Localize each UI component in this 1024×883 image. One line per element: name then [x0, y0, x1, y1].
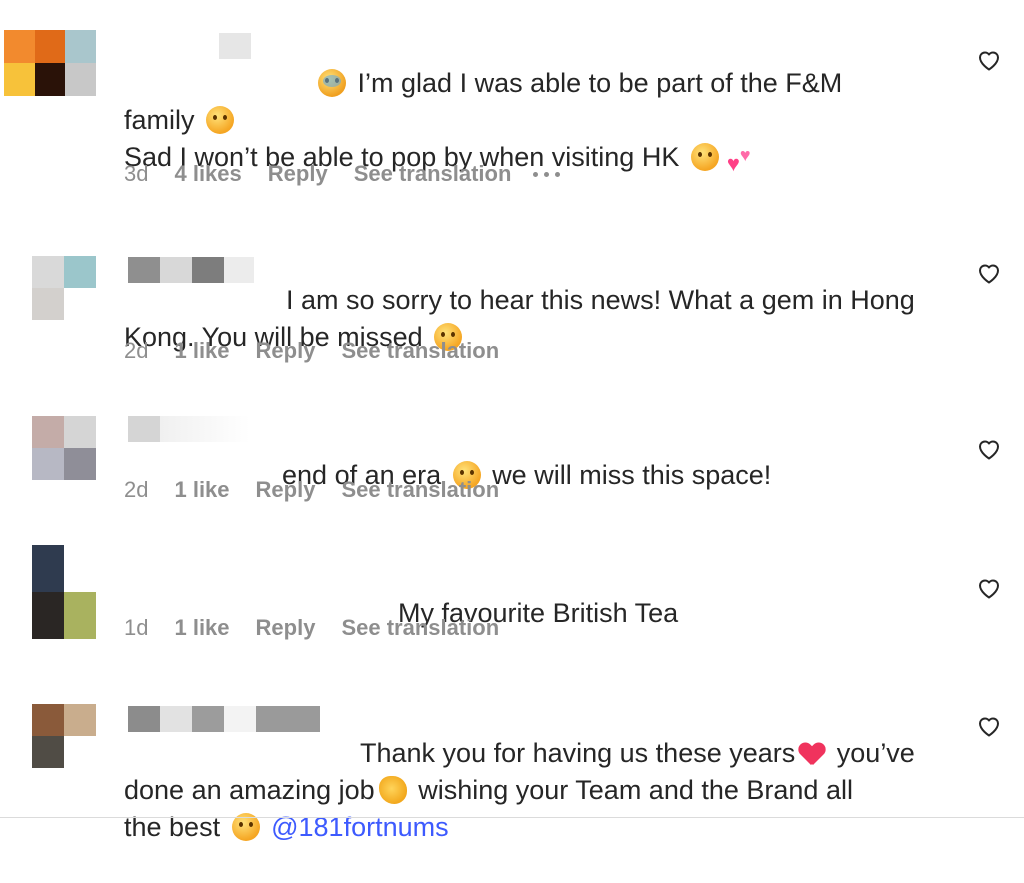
crying-face-emoji: [318, 69, 347, 97]
comment-meta: 2d 1 like Reply See translation: [124, 338, 499, 364]
comment-meta: 1d 1 like Reply See translation: [124, 615, 499, 641]
see-translation-button[interactable]: See translation: [341, 615, 499, 641]
see-translation-button[interactable]: See translation: [354, 161, 512, 187]
comment-text: My favourite British Tea: [398, 598, 679, 628]
heart-outline-icon[interactable]: [977, 49, 1001, 71]
clapping-hands-emoji: [378, 776, 407, 804]
likes-count[interactable]: 4 likes: [174, 161, 241, 187]
more-options-icon[interactable]: [533, 171, 561, 177]
likes-count[interactable]: 1 like: [174, 338, 229, 364]
heart-outline-icon[interactable]: [977, 262, 1001, 284]
reply-button[interactable]: Reply: [268, 161, 328, 187]
pleading-face-emoji: [206, 106, 235, 134]
two-hearts-emoji: [727, 137, 759, 182]
see-translation-button[interactable]: See translation: [341, 338, 499, 364]
comment-age: 2d: [124, 338, 149, 363]
reply-button[interactable]: Reply: [256, 477, 316, 503]
avatar[interactable]: [32, 416, 96, 480]
comment-text: I am so sorry to hear this news! What a …: [124, 285, 915, 352]
comment-text: end of an era we will miss this space!: [282, 460, 772, 490]
see-translation-button[interactable]: See translation: [341, 477, 499, 503]
avatar[interactable]: [32, 545, 96, 639]
comment-age: 2d: [124, 477, 149, 502]
reply-button[interactable]: Reply: [256, 338, 316, 364]
reply-button[interactable]: Reply: [256, 615, 316, 641]
avatar[interactable]: [32, 704, 96, 768]
heart-outline-icon[interactable]: [977, 438, 1001, 460]
comment-meta: 2d 1 like Reply See translation: [124, 477, 499, 503]
heart-outline-icon[interactable]: [977, 577, 1001, 599]
avatar[interactable]: [32, 256, 96, 320]
avatar[interactable]: [4, 30, 96, 96]
pensive-face-emoji: [690, 143, 719, 171]
divider: [0, 817, 1024, 818]
likes-count[interactable]: 1 like: [174, 477, 229, 503]
comment-text: Thank you for having us these years you’…: [124, 738, 915, 842]
comment-age: 3d: [124, 161, 149, 186]
likes-count[interactable]: 1 like: [174, 615, 229, 641]
comment-meta: 3d 4 likes Reply See translation: [124, 161, 561, 187]
comment-age: 1d: [124, 615, 149, 640]
heart-outline-icon[interactable]: [977, 715, 1001, 737]
red-heart-emoji: [799, 743, 825, 767]
